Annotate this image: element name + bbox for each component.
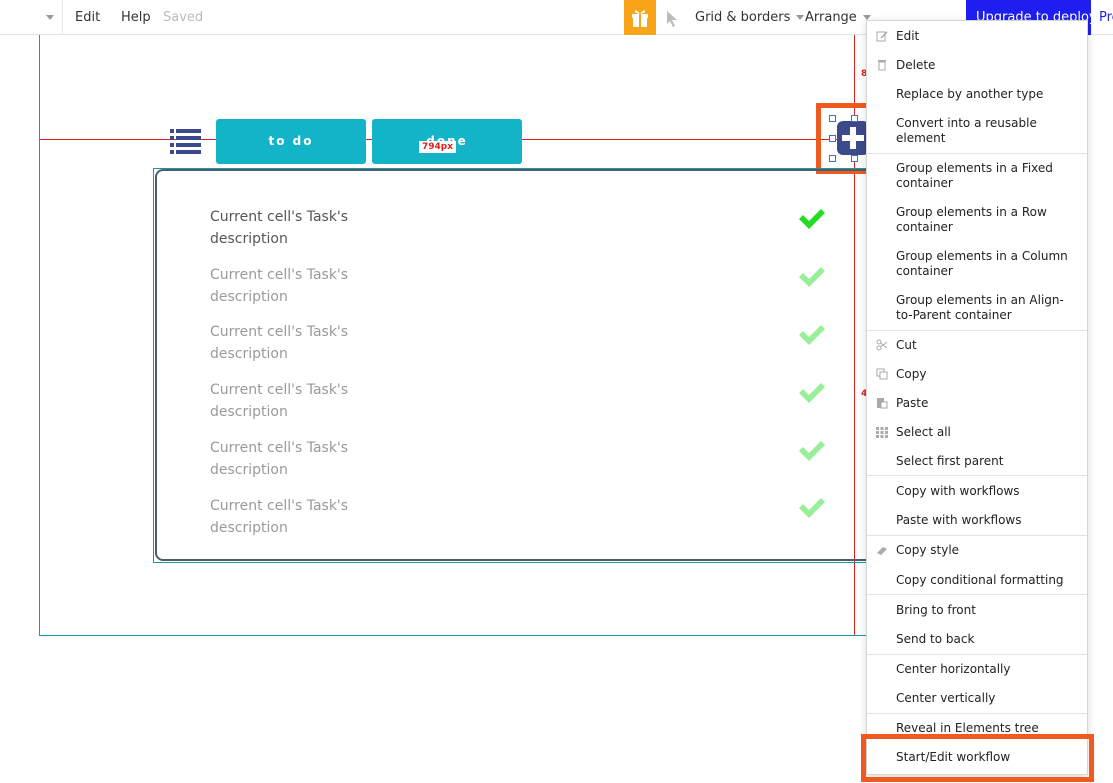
menu-item-group-row[interactable]: Group elements in a Row container	[867, 205, 1087, 235]
menu-item-center-horizontal[interactable]: Center horizontally	[867, 662, 1087, 677]
task-description: Current cell's Task's description	[210, 209, 349, 247]
cursor-tool[interactable]	[664, 0, 680, 35]
gift-button[interactable]	[624, 0, 656, 35]
grid-icon	[876, 427, 888, 438]
menu-item-label: Copy style	[896, 543, 960, 557]
menu-item-edit[interactable]: Edit	[867, 29, 1087, 44]
check-icon[interactable]	[798, 208, 826, 230]
menu-divider	[867, 475, 1087, 476]
menu-item-paste-workflows[interactable]: Paste with workflows	[867, 513, 1087, 528]
highlight-workflow-item	[861, 734, 1094, 782]
menu-item-label: Copy	[896, 367, 927, 381]
grid-borders-label: Grid & borders	[695, 10, 791, 25]
menu-item-select-first-parent[interactable]: Select first parent	[867, 454, 1087, 469]
task-description: Current cell's Task's description	[210, 267, 349, 305]
pointer-icon	[667, 11, 677, 27]
pencil-icon	[876, 31, 888, 42]
scissors-icon	[876, 339, 888, 351]
plus-icon	[842, 127, 864, 149]
menu-item-label: Cut	[896, 338, 917, 352]
menu-divider	[867, 654, 1087, 655]
menu-item-label: Select all	[896, 425, 951, 439]
saved-status: Saved	[163, 10, 204, 25]
resize-handle[interactable]	[829, 135, 836, 142]
menu-item-convert-reusable[interactable]: Convert into a reusable element	[867, 116, 1087, 146]
arrange-menu[interactable]: Arrange	[805, 0, 871, 35]
menu-divider	[867, 713, 1087, 714]
menu-item-group-column[interactable]: Group elements in a Column container	[867, 249, 1087, 279]
resize-handle[interactable]	[851, 155, 858, 162]
grid-borders-menu[interactable]: Grid & borders	[695, 0, 805, 35]
check-icon[interactable]	[798, 440, 826, 462]
menu-item-copy-workflows[interactable]: Copy with workflows	[867, 484, 1087, 499]
menu-item-copy[interactable]: Copy	[867, 367, 1087, 382]
divider	[62, 0, 63, 35]
resize-handle[interactable]	[851, 115, 858, 122]
edit-menu[interactable]: Edit	[75, 0, 100, 35]
width-badge: 794px	[419, 141, 457, 153]
list-menu-icon[interactable]	[170, 129, 201, 155]
menu-item-label: Edit	[896, 29, 920, 43]
page-dropdown[interactable]	[40, 0, 54, 35]
check-icon[interactable]	[798, 266, 826, 288]
menu-divider	[867, 535, 1087, 536]
menu-item-group-align-parent[interactable]: Group elements in an Align-to-Parent con…	[867, 293, 1087, 323]
menu-item-cut[interactable]: Cut	[867, 338, 1087, 353]
menu-divider	[867, 153, 1087, 154]
check-icon[interactable]	[798, 382, 826, 404]
menu-item-select-all[interactable]: Select all	[867, 425, 1087, 440]
resize-handle[interactable]	[829, 115, 836, 122]
menu-item-label: Delete	[896, 58, 936, 72]
task-description: Current cell's Task's description	[210, 382, 349, 420]
add-task-button[interactable]	[837, 121, 869, 155]
tab-todo-button[interactable]: to do	[216, 119, 366, 164]
trash-icon	[878, 60, 886, 71]
arrange-label: Arrange	[805, 10, 857, 25]
task-description: Current cell's Task's description	[210, 324, 349, 362]
menu-item-group-fixed[interactable]: Group elements in a Fixed container	[867, 161, 1087, 191]
eraser-icon	[877, 547, 887, 555]
menu-item-center-vertical[interactable]: Center vertically	[867, 691, 1087, 706]
chevron-down-icon	[796, 15, 805, 20]
menu-divider	[867, 330, 1087, 331]
menu-item-copy-style[interactable]: Copy style	[867, 543, 1087, 558]
paste-icon	[877, 398, 888, 409]
context-menu: Edit Delete Replace by another type Conv…	[866, 20, 1088, 775]
menu-item-send-back[interactable]: Send to back	[867, 632, 1087, 647]
menu-divider	[867, 594, 1087, 595]
menu-item-replace[interactable]: Replace by another type	[867, 87, 1087, 102]
task-description: Current cell's Task's description	[210, 498, 349, 536]
menu-item-delete[interactable]: Delete	[867, 58, 1087, 73]
copy-icon	[876, 368, 888, 380]
menu-item-bring-front[interactable]: Bring to front	[867, 603, 1087, 618]
menu-item-copy-conditional[interactable]: Copy conditional formatting	[867, 573, 1087, 588]
chevron-down-icon	[46, 15, 54, 20]
menu-item-label: Paste	[896, 396, 929, 410]
task-description: Current cell's Task's description	[210, 440, 349, 478]
help-menu[interactable]: Help	[121, 0, 151, 35]
resize-handle[interactable]	[829, 155, 836, 162]
check-icon[interactable]	[798, 324, 826, 346]
preview-button[interactable]: Pre	[1099, 0, 1113, 35]
gift-icon	[632, 10, 648, 27]
check-icon[interactable]	[798, 497, 826, 519]
menu-item-paste[interactable]: Paste	[867, 396, 1087, 411]
